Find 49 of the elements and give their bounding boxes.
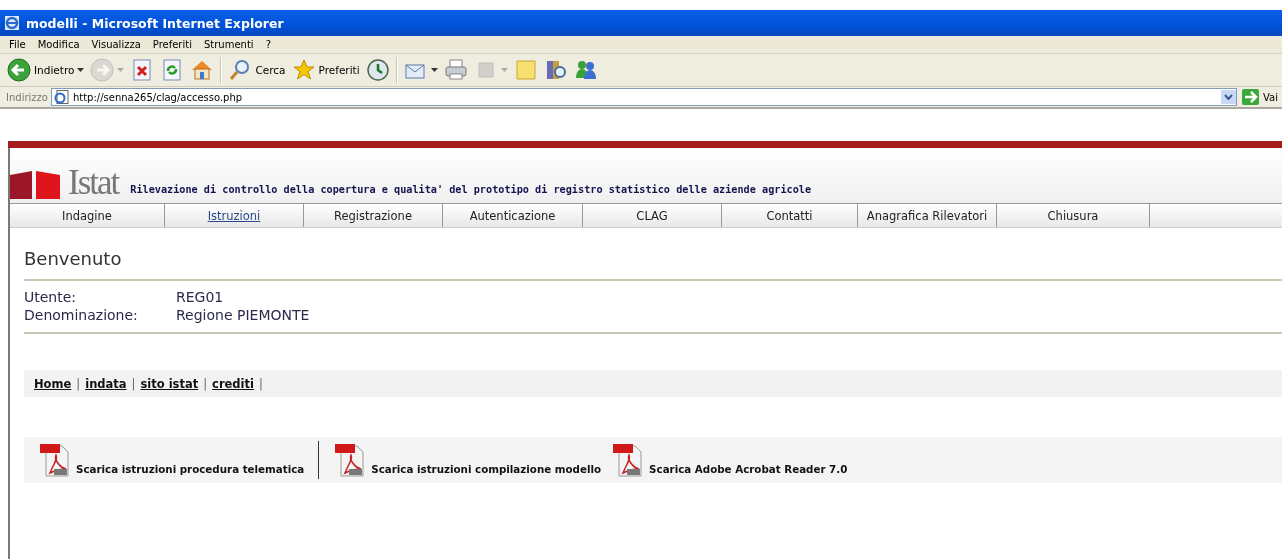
right-arrow-icon [1242,89,1259,105]
nav-tab[interactable]: Autenticazione [443,204,583,227]
star-icon [291,58,316,82]
field-label: Utente: [24,289,78,305]
nav-tab[interactable]: Chiusura [997,204,1150,227]
site-title: Rilevazione di controllo della copertura e qualita' del prototipo di registro statistico delle aziende agricole [130,184,812,195]
back-button[interactable]: Indietro [4,56,88,84]
dropdown-button[interactable] [1221,90,1236,104]
go-button[interactable]: Vai [1240,89,1280,105]
menu-item[interactable]: Visualizza [85,39,147,50]
printer-icon [443,58,468,82]
menu-item[interactable]: Preferiti [146,39,198,50]
field-label: Denominazione: [24,307,139,323]
footer-link[interactable]: Home [34,376,72,391]
nav-tab[interactable]: Anagrafica Rilevatori [858,204,997,227]
download-link[interactable]: Scarica istruzioni compilazione modello [331,443,602,477]
nav-tab[interactable]: Istruzioni [165,204,304,227]
address-field[interactable]: http://senna265/clag/accesso.php [50,88,1237,106]
field-value: REG01 [176,289,225,305]
caret-icon [1224,94,1233,100]
separator: | [131,376,136,391]
nav-tab[interactable]: CLAG [583,204,722,227]
footer-link[interactable]: sito istat [140,376,199,391]
people-icon [573,58,598,82]
address-label: Indirizzo [6,91,48,103]
nav-tab[interactable]: Registrazione [304,204,443,227]
page-icon [53,90,70,104]
field-value: Regione PIEMONTE [176,307,311,323]
favorites-button[interactable]: Preferiti [288,56,363,84]
footer-link[interactable]: indata [85,376,127,391]
logo-text: Istat [68,167,119,199]
separator: | [203,376,208,391]
download-link[interactable]: Scarica istruzioni procedura telematica [36,443,305,477]
welcome-heading: Benvenuto [24,248,123,269]
menu-item[interactable]: File [3,39,32,50]
menu-item[interactable]: Modifica [31,39,86,50]
separator: | [76,376,81,391]
search-button[interactable]: Cerca [225,56,289,84]
menu-item[interactable]: ? [259,39,277,50]
download-link[interactable]: Scarica Adobe Acrobat Reader 7.0 [609,443,848,477]
nav-tab[interactable]: Contatti [722,204,858,227]
menu-item[interactable]: Strumenti [197,39,260,50]
note-icon [513,58,538,82]
footer-link[interactable]: crediti [212,376,254,391]
browser-logo-icon [4,15,20,31]
window-title: modelli - Microsoft Internet Explorer [26,15,284,31]
nav-tab[interactable]: Indagine [10,204,165,227]
clock-icon [365,58,390,82]
separator: | [258,376,263,391]
